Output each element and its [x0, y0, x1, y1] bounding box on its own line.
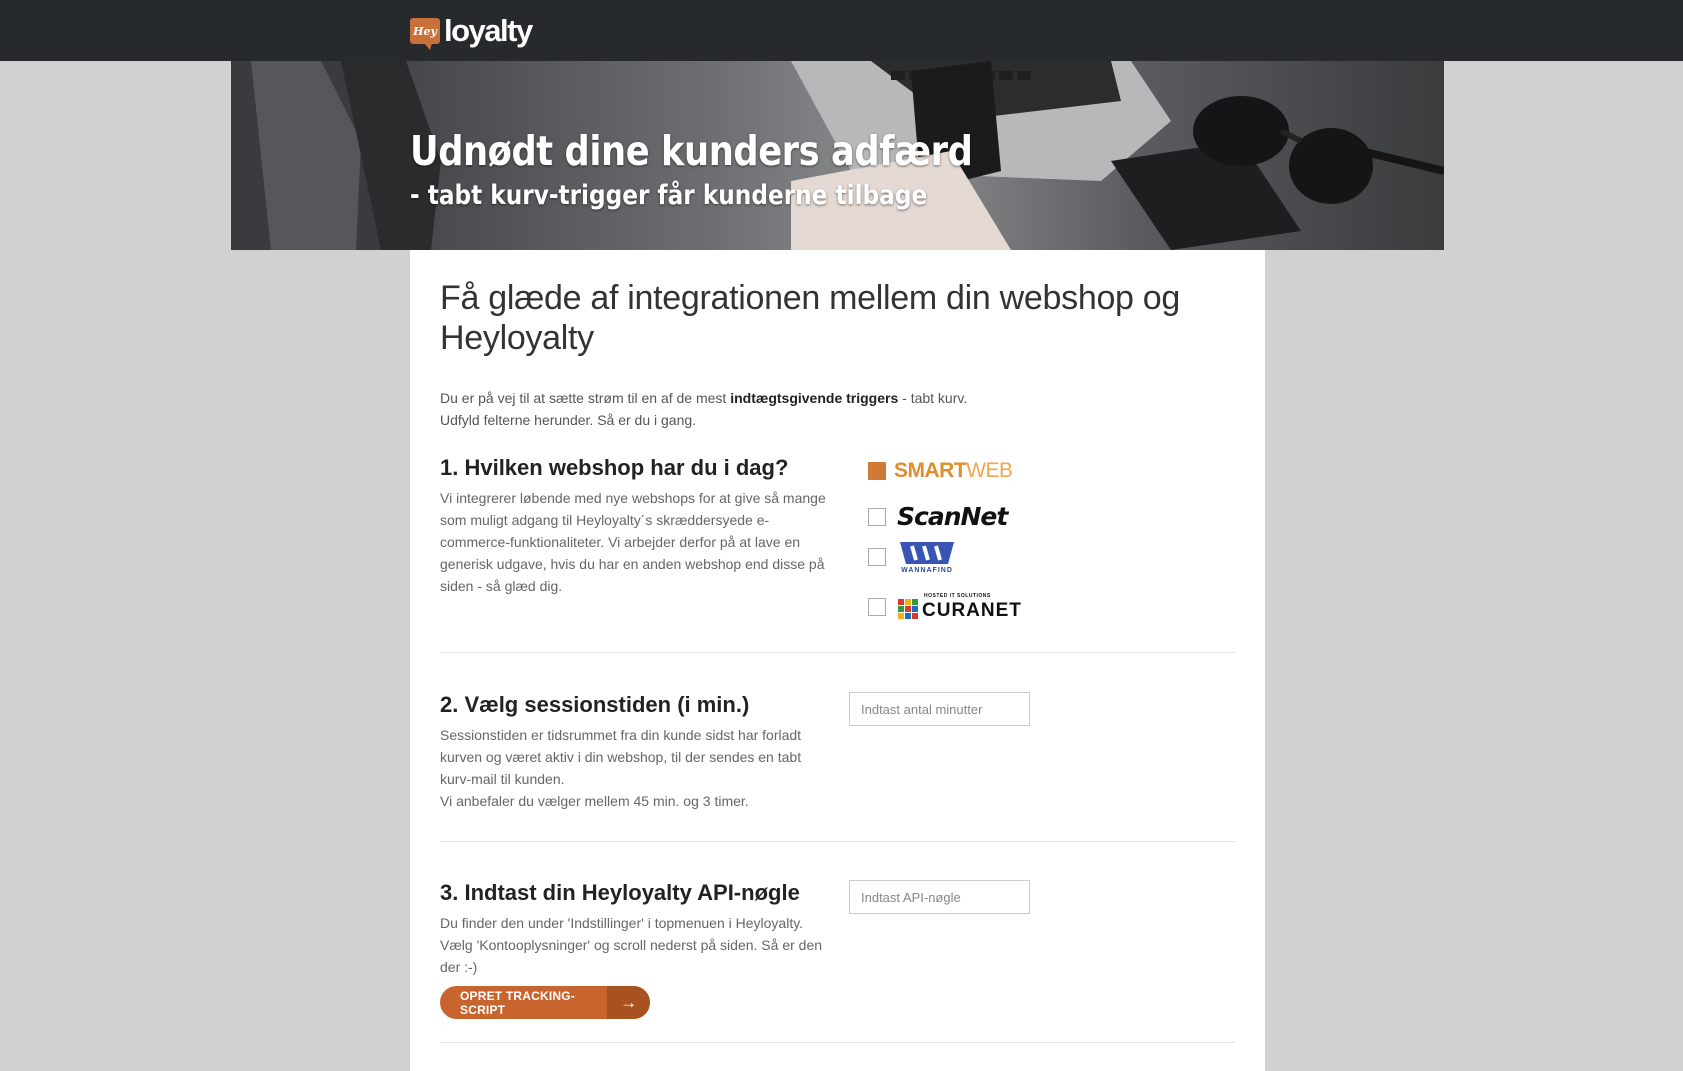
section2-title: 2. Vælg sessionstiden (i min.) — [440, 692, 750, 717]
wannafind-logo: WANNAFIND — [898, 540, 956, 574]
logo-text: loyalty — [444, 13, 533, 48]
smartweb-logo: SMARTWEB — [894, 459, 1013, 482]
section3-description: Du finder den under 'Indstillinger' i to… — [440, 915, 823, 975]
arrow-right-icon: → — [607, 986, 650, 1019]
intro-bold: indtægtsgivende triggers — [730, 390, 899, 406]
divider — [440, 1042, 1235, 1043]
top-navbar: Hey loyalty — [0, 0, 1683, 61]
curanet-logo: HOSTED IT SOLUTIONS CURANET — [896, 593, 1022, 621]
webshop-option-wannafind[interactable]: WANNAFIND — [868, 540, 956, 574]
hero-title: Udnødt dine kunders adfærd — [410, 127, 973, 175]
curanet-tagline: HOSTED IT SOLUTIONS — [924, 593, 991, 599]
curanet-checkbox[interactable] — [868, 598, 886, 616]
section1-description: Vi integrerer løbende med nye webshops f… — [440, 490, 826, 594]
hero-banner: Udnødt dine kunders adfærd - tabt kurv-t… — [231, 61, 1444, 250]
heyloyalty-logo[interactable]: Hey loyalty — [410, 13, 533, 50]
curanet-text: CURANET — [922, 600, 1022, 621]
logo-badge: Hey — [410, 18, 440, 50]
section2-description-text: Sessionstiden er tidsrummet fra din kund… — [440, 727, 802, 787]
intro-part2: - tabt kurv. — [898, 390, 968, 406]
page-title: Få glæde af integrationen mellem din web… — [440, 279, 1181, 357]
section3-title: 3. Indtast din Heyloyalty API-nøgle — [440, 880, 800, 905]
curanet-icon — [898, 599, 918, 619]
webshop-option-curanet[interactable]: HOSTED IT SOLUTIONS CURANET — [868, 593, 1022, 621]
section2-description: Sessionstiden er tidsrummet fra din kund… — [440, 724, 830, 812]
wannafind-text: WANNAFIND — [901, 567, 953, 574]
api-key-input[interactable] — [849, 880, 1030, 914]
hero-subtitle: - tabt kurv-trigger får kunderne tilbage — [410, 180, 928, 211]
divider — [440, 841, 1235, 842]
webshop-option-scannet[interactable]: ScanNet — [868, 502, 1008, 531]
intro-line2: Udfyld felterne herunder. Så er du i gan… — [440, 412, 697, 428]
intro-part1: Du er på vej til at sætte strøm til en a… — [440, 390, 731, 406]
wannafind-icon — [900, 542, 954, 564]
smartweb-checkbox[interactable] — [868, 462, 886, 480]
create-tracking-script-button[interactable]: OPRET TRACKING-SCRIPT → — [440, 986, 650, 1019]
intro-text: Du er på vej til at sætte strøm til en a… — [440, 387, 1000, 431]
scannet-checkbox[interactable] — [868, 507, 886, 526]
scannet-logo: ScanNet — [897, 502, 1008, 531]
form-panel: Få glæde af integrationen mellem din web… — [410, 250, 1265, 1071]
session-minutes-input[interactable] — [849, 692, 1030, 726]
create-tracking-script-label: OPRET TRACKING-SCRIPT — [460, 988, 575, 1017]
webshop-option-smartweb[interactable]: SMARTWEB — [868, 459, 1013, 483]
section2-recommendation: Vi anbefaler du vælger mellem 45 min. og… — [440, 793, 749, 809]
divider — [440, 652, 1235, 653]
wannafind-checkbox[interactable] — [868, 548, 886, 566]
section1-title: 1. Hvilken webshop har du i dag? — [440, 455, 789, 480]
